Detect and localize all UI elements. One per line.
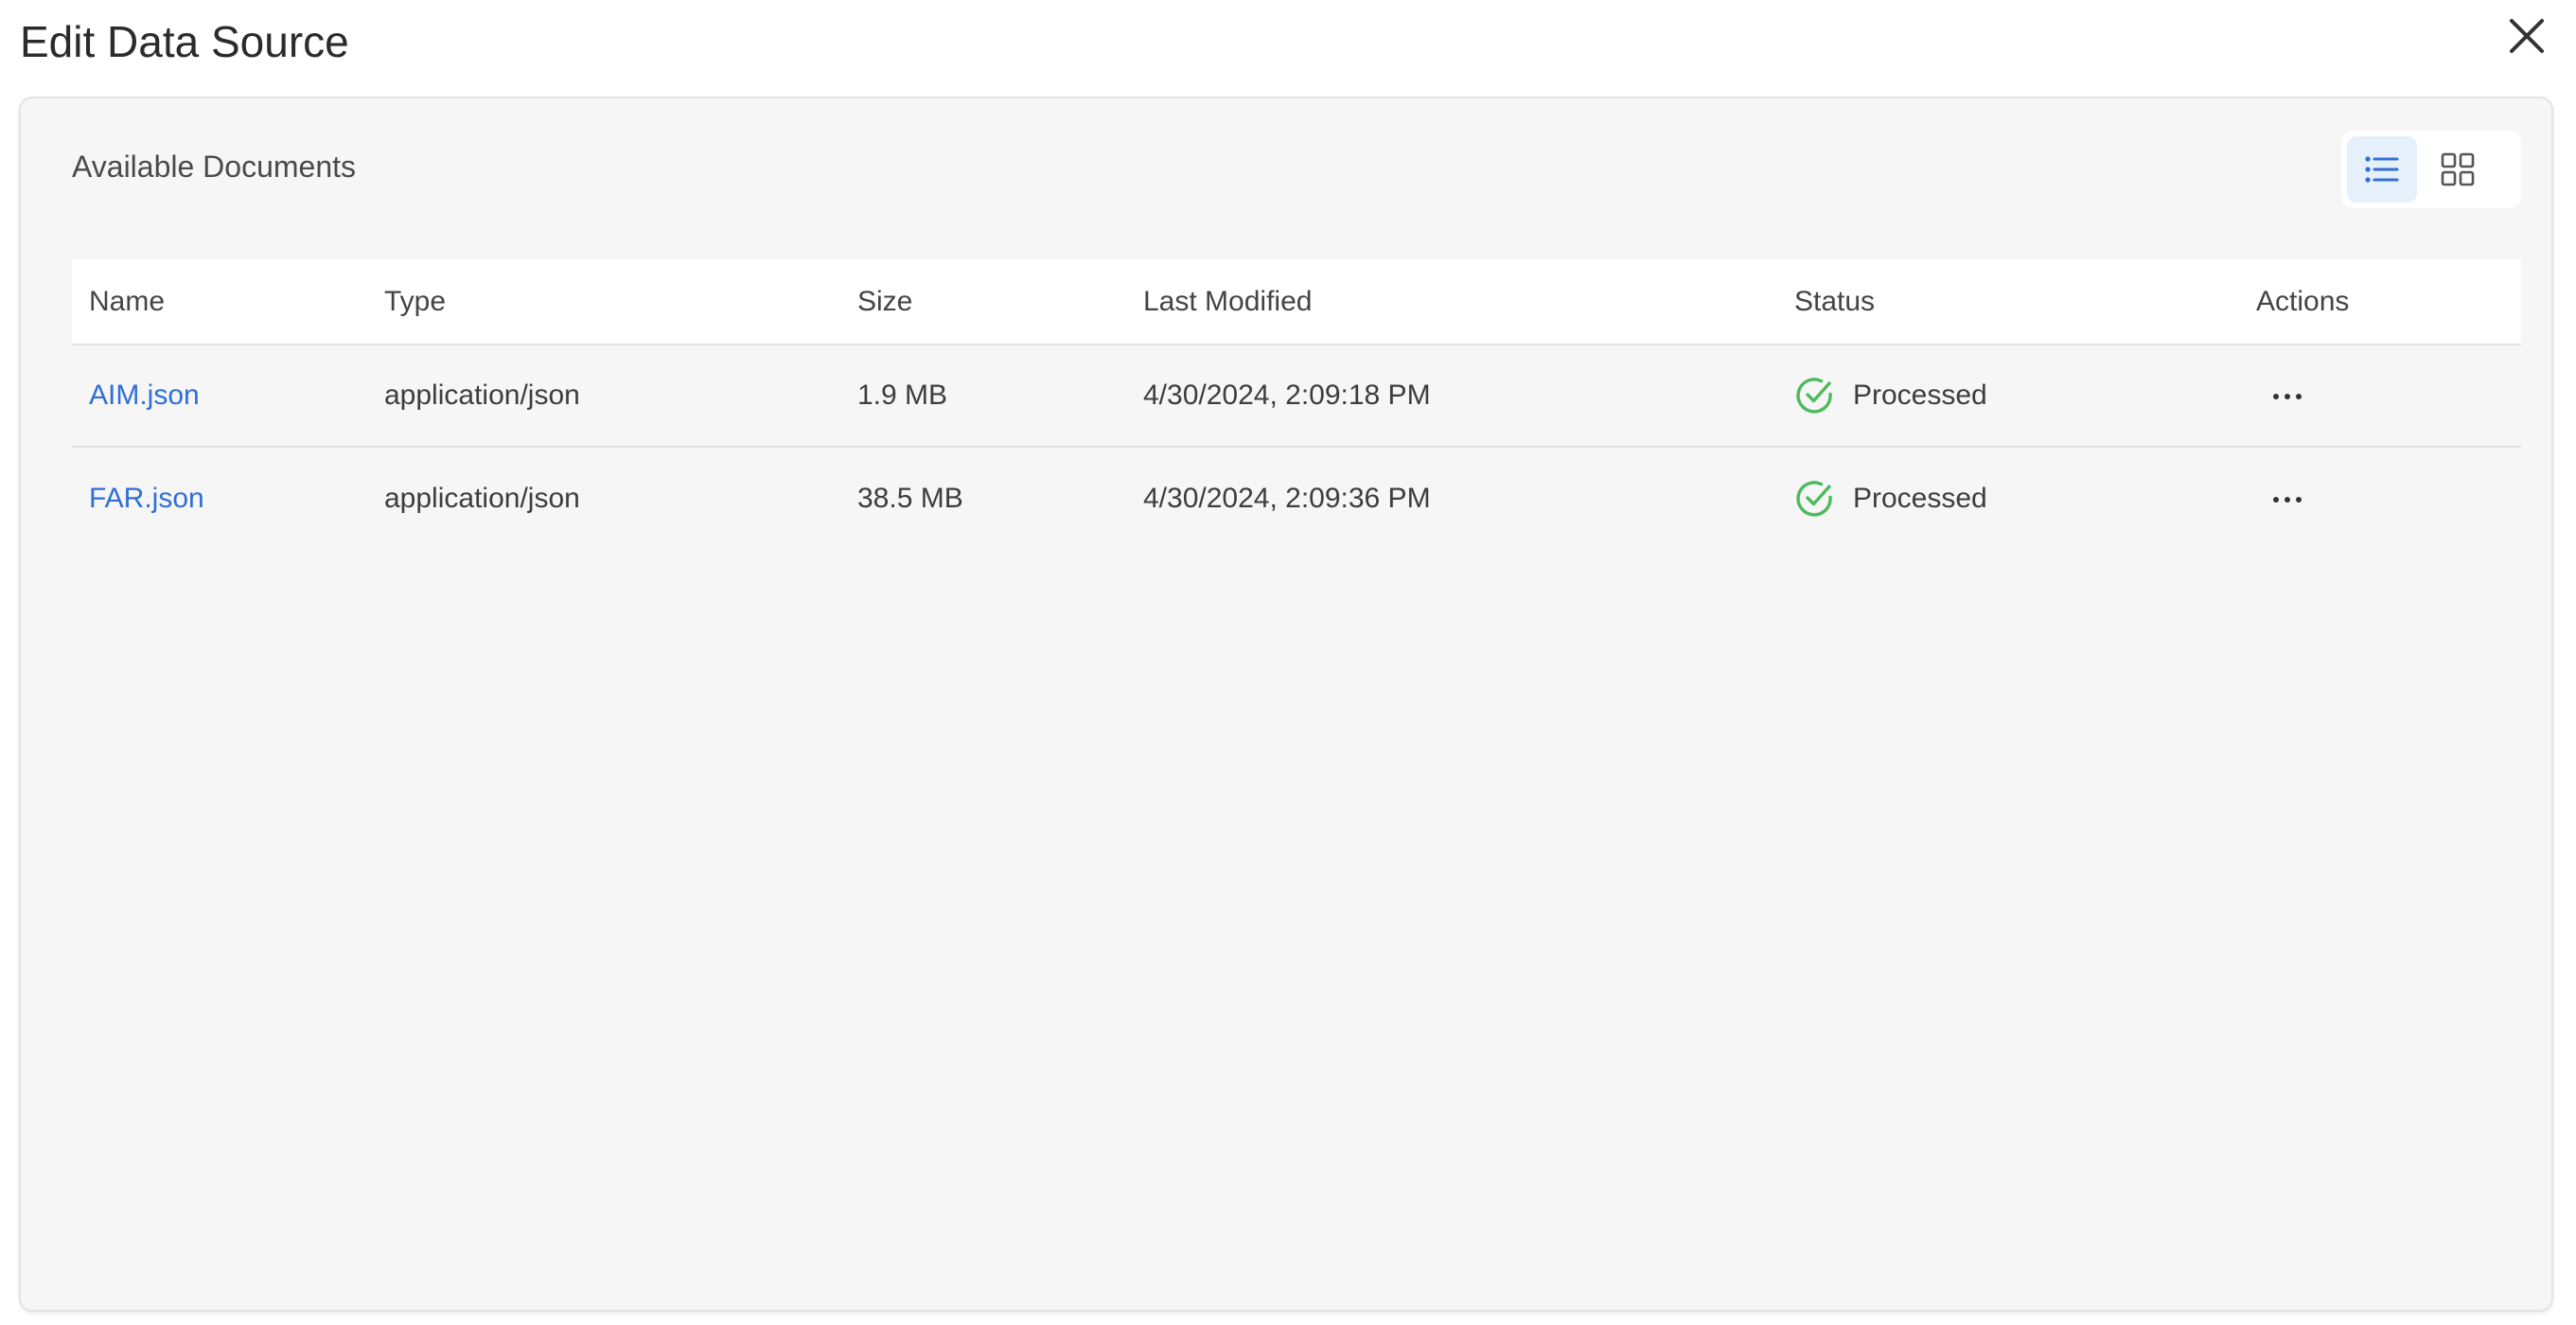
file-type: application/json xyxy=(384,380,580,411)
column-header-status[interactable]: Status xyxy=(1777,259,2239,344)
column-header-last-modified[interactable]: Last Modified xyxy=(1126,259,1777,344)
check-circle-icon xyxy=(1796,378,1832,414)
grid-view-icon xyxy=(2441,152,2475,186)
status-badge: Processed xyxy=(1794,478,2239,520)
documents-table: Name Type Size Last Modified Status Acti… xyxy=(72,259,2521,549)
file-name-link[interactable]: AIM.json xyxy=(89,380,200,411)
file-name-link[interactable]: FAR.json xyxy=(89,483,204,514)
edit-data-source-dialog: Edit Data Source Available Documents Nam… xyxy=(0,0,2576,1325)
view-toggle xyxy=(2341,131,2521,208)
row-actions-button[interactable] xyxy=(2264,378,2311,415)
file-size: 38.5 MB xyxy=(857,482,963,514)
table-row: FAR.json application/json 38.5 MB 4/30/2… xyxy=(72,447,2521,549)
check-circle-icon xyxy=(1796,480,1832,517)
grid-view-button[interactable] xyxy=(2423,136,2493,203)
column-header-type[interactable]: Type xyxy=(367,259,840,344)
file-type: application/json xyxy=(384,482,580,514)
file-last-modified: 4/30/2024, 2:09:36 PM xyxy=(1143,482,1431,514)
status-label: Processed xyxy=(1853,380,1987,411)
table-row: AIM.json application/json 1.9 MB 4/30/20… xyxy=(72,344,2521,447)
list-view-icon xyxy=(2365,156,2399,183)
row-actions-button[interactable] xyxy=(2264,481,2311,519)
more-horizontal-icon xyxy=(2273,394,2302,399)
panel-title: Available Documents xyxy=(72,150,357,184)
file-last-modified: 4/30/2024, 2:09:18 PM xyxy=(1143,380,1431,411)
documents-panel: Available Documents Name Type Size Last … xyxy=(19,97,2553,1312)
dialog-title: Edit Data Source xyxy=(20,17,349,66)
column-header-size[interactable]: Size xyxy=(840,259,1126,344)
list-view-button[interactable] xyxy=(2347,136,2417,203)
close-icon xyxy=(2510,19,2544,53)
status-badge: Processed xyxy=(1794,375,2239,416)
more-horizontal-icon xyxy=(2273,496,2302,503)
file-size: 1.9 MB xyxy=(857,380,948,411)
table-header-row: Name Type Size Last Modified Status Acti… xyxy=(72,259,2521,344)
close-button[interactable] xyxy=(2508,17,2546,55)
column-header-actions: Actions xyxy=(2256,285,2350,317)
column-header-name[interactable]: Name xyxy=(72,259,367,344)
status-label: Processed xyxy=(1853,482,1987,514)
